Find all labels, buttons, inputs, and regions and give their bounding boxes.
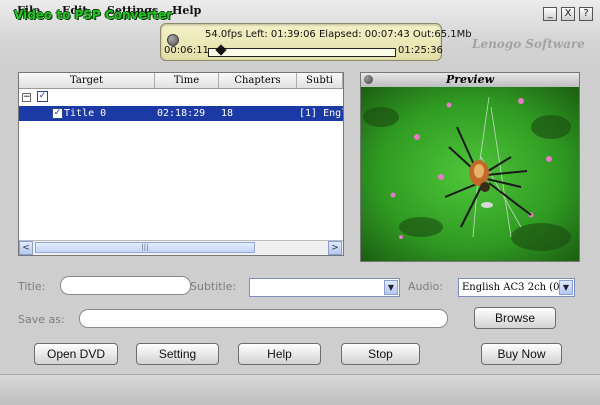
table-header: Target Time Chapters Subti — [19, 73, 343, 89]
preview-title: Preview — [445, 73, 495, 86]
save-as-input[interactable] — [79, 309, 448, 328]
brand-label: Lenogo Software — [472, 37, 585, 51]
minimize-button[interactable]: _ — [543, 7, 557, 21]
menu-help[interactable]: Help — [172, 4, 201, 17]
preview-panel: Preview — [360, 72, 580, 262]
column-target[interactable]: Target — [19, 73, 155, 88]
column-subtitle[interactable]: Subti — [297, 73, 343, 88]
status-stats: 54.0fps Left: 01:39:06 Elapsed: 00:07:43… — [205, 29, 472, 40]
audio-select[interactable]: English AC3 2ch (0: ▼ — [458, 278, 575, 297]
buy-now-button[interactable]: Buy Now — [481, 343, 562, 365]
chevron-down-icon[interactable]: ▼ — [559, 280, 573, 295]
scroll-left-button[interactable]: < — [19, 241, 33, 255]
row-subtitle: [1] Engl — [299, 108, 343, 119]
audio-label: Audio: — [408, 280, 443, 293]
preview-image — [361, 87, 579, 261]
browse-button[interactable]: Browse — [474, 307, 556, 329]
row-time: 02:18:29 — [157, 108, 206, 119]
check-icon[interactable]: ✓ — [52, 108, 63, 119]
scroll-thumb[interactable]: ||| — [35, 242, 255, 253]
chevron-down-icon[interactable]: ▼ — [384, 280, 398, 295]
app-title: Video to PSP Converter — [14, 8, 173, 22]
collapse-icon[interactable]: − — [22, 93, 31, 102]
help-action-button[interactable]: Help — [238, 343, 321, 365]
scroll-right-button[interactable]: > — [328, 241, 342, 255]
title-table: Target Time Chapters Subti − ✓ ✓ Title 0… — [18, 72, 344, 256]
audio-value: English AC3 2ch (0: — [462, 282, 563, 293]
column-time[interactable]: Time — [155, 73, 219, 88]
stop-button[interactable]: Stop — [341, 343, 420, 365]
footer-bar — [0, 374, 600, 405]
table-row[interactable]: ✓ Title 0 02:18:29 18 [1] Engl — [19, 106, 343, 121]
row-chapters: 18 — [221, 108, 234, 119]
scroll-grip: ||| — [141, 243, 149, 251]
tree-root-row: − ✓ — [19, 89, 343, 105]
close-button[interactable]: X — [561, 7, 575, 21]
row-target: Title 0 — [64, 108, 107, 119]
column-chapters[interactable]: Chapters — [219, 73, 297, 88]
title-input[interactable] — [60, 276, 191, 295]
seek-bar[interactable] — [208, 48, 396, 57]
save-as-label: Save as: — [18, 313, 65, 326]
open-dvd-button[interactable]: Open DVD — [34, 343, 118, 365]
setting-button[interactable]: Setting — [136, 343, 219, 365]
current-position: 00:06:11 — [164, 45, 209, 56]
subtitle-label: Subtitle: — [190, 280, 237, 293]
help-button[interactable]: ? — [579, 7, 593, 21]
status-display: 54.0fps Left: 01:39:06 Elapsed: 00:07:43… — [160, 23, 472, 61]
horizontal-scrollbar[interactable]: < ||| > — [19, 240, 343, 255]
preview-header: Preview — [361, 73, 579, 87]
subtitle-select[interactable]: ▼ — [249, 278, 400, 297]
check-icon[interactable]: ✓ — [37, 91, 48, 102]
total-duration: 01:25:36 — [398, 45, 443, 56]
title-label: Title: — [18, 280, 46, 293]
